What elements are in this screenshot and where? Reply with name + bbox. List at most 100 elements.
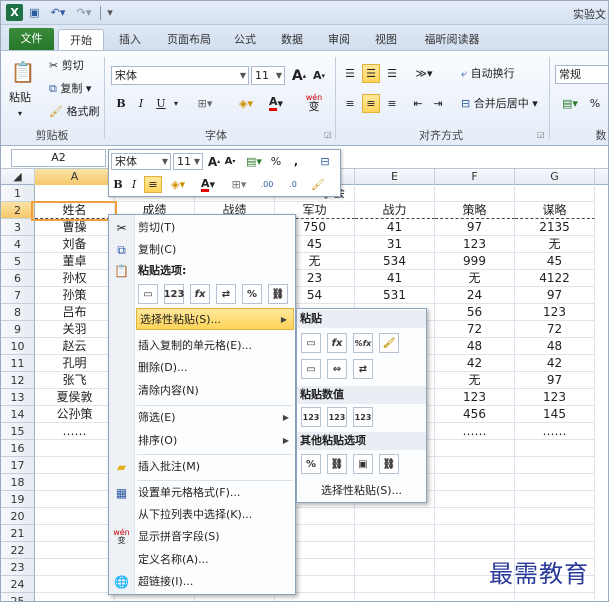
cell[interactable]: 关羽	[35, 321, 115, 338]
wrap-text-button[interactable]: ⤶ 自动换行	[461, 65, 515, 83]
sub-formatting-button[interactable]: %	[301, 454, 321, 474]
cell[interactable]	[355, 508, 435, 525]
menu-item-insert-copied[interactable]: 插入复制的单元格(E)...	[109, 335, 295, 357]
mini-increase-decimal-button[interactable]: .00	[255, 176, 279, 193]
save-icon[interactable]: ▣	[27, 4, 42, 21]
menu-item-insert-comment[interactable]: ▰ 插入批注(M)	[109, 456, 295, 478]
cell[interactable]	[515, 491, 595, 508]
row-header[interactable]: 5	[1, 253, 35, 270]
cell[interactable]	[35, 508, 115, 525]
cell[interactable]	[35, 474, 115, 491]
column-header[interactable]: F	[435, 169, 515, 185]
cell[interactable]: 123	[435, 236, 515, 253]
cell[interactable]	[35, 457, 115, 474]
row-header[interactable]: 21	[1, 525, 35, 542]
cell[interactable]	[35, 525, 115, 542]
paste-icon[interactable]: 📋	[11, 57, 36, 87]
cell[interactable]: 夏侯敦	[35, 389, 115, 406]
row-header[interactable]: 8	[1, 304, 35, 321]
cell[interactable]: 531	[355, 287, 435, 304]
row-header[interactable]: 3	[1, 219, 35, 236]
cell[interactable]: 董卓	[35, 253, 115, 270]
cell[interactable]: 无	[515, 236, 595, 253]
mini-percent-button[interactable]: %	[269, 153, 283, 170]
cell[interactable]	[35, 185, 115, 202]
tab-view[interactable]: 视图	[369, 29, 403, 50]
sub-linked-picture-icon[interactable]: ⛓	[379, 454, 399, 474]
cell[interactable]: 56	[435, 304, 515, 321]
menu-item-hyperlink[interactable]: 🌐 超链接(I)...	[109, 571, 295, 593]
row-header[interactable]: 7	[1, 287, 35, 304]
cell[interactable]: 123	[515, 389, 595, 406]
column-header[interactable]: E	[355, 169, 435, 185]
sub-paste-link-icon[interactable]: ⛓	[327, 454, 347, 474]
row-header[interactable]: 10	[1, 338, 35, 355]
column-header[interactable]: G	[515, 169, 595, 185]
row-header[interactable]: 6	[1, 270, 35, 287]
cell[interactable]	[435, 525, 515, 542]
sub-paste-formulas-button[interactable]: fx	[327, 333, 347, 353]
menu-item-delete[interactable]: 删除(D)...	[109, 357, 295, 379]
mini-accounting-icon[interactable]: ▤▾	[242, 153, 266, 170]
row-header[interactable]: 9	[1, 321, 35, 338]
cell[interactable]: ……	[515, 423, 595, 440]
mini-borders-icon[interactable]: ⊞▾	[227, 176, 251, 193]
align-middle-icon[interactable]: ☰	[362, 64, 380, 83]
cell[interactable]	[355, 576, 435, 593]
cell[interactable]	[35, 491, 115, 508]
row-header[interactable]: 24	[1, 576, 35, 593]
cell[interactable]: 无	[435, 372, 515, 389]
row-header[interactable]: 25	[1, 593, 35, 601]
tab-insert[interactable]: 插入	[113, 29, 147, 50]
tab-file[interactable]: 文件	[9, 28, 54, 50]
alignment-dialog-launcher-icon[interactable]: ◲	[537, 126, 545, 144]
cell[interactable]: ……	[435, 423, 515, 440]
align-center-icon[interactable]: ≡	[362, 94, 380, 113]
cell[interactable]: 孙权	[35, 270, 115, 287]
cell[interactable]	[355, 559, 435, 576]
decrease-indent-icon[interactable]: ⇤	[409, 94, 427, 113]
cell[interactable]: 123	[435, 389, 515, 406]
mini-italic-button[interactable]: I	[127, 176, 141, 193]
align-left-icon[interactable]: ≡	[341, 94, 359, 113]
row-header[interactable]: 13	[1, 389, 35, 406]
row-header[interactable]: 15	[1, 423, 35, 440]
row-header[interactable]: 20	[1, 508, 35, 525]
cell[interactable]	[35, 440, 115, 457]
cell[interactable]: 赵云	[35, 338, 115, 355]
cell[interactable]	[435, 474, 515, 491]
cell[interactable]: 42	[435, 355, 515, 372]
tab-review[interactable]: 审阅	[322, 29, 356, 50]
mini-fill-color-icon[interactable]: ◈▾	[165, 176, 191, 193]
paste-option-link-icon[interactable]: ⛓	[268, 284, 288, 304]
mini-format-painter-icon[interactable]: 🖌	[309, 176, 327, 193]
cell[interactable]: 31	[355, 236, 435, 253]
cell[interactable]: 24	[435, 287, 515, 304]
mini-font-color-button[interactable]: A ▾	[195, 176, 221, 193]
font-size-combo[interactable]: 11 ▼	[251, 66, 285, 85]
name-box[interactable]: A2	[11, 149, 106, 167]
font-name-combo[interactable]: 宋体 ▼	[111, 66, 249, 85]
align-top-icon[interactable]: ☰	[341, 64, 359, 83]
bold-button[interactable]: B	[113, 94, 129, 113]
menu-item-copy[interactable]: ⧉ 复制(C)	[109, 239, 295, 261]
cell[interactable]: 97	[515, 372, 595, 389]
cell[interactable]: 吕布	[35, 304, 115, 321]
cell[interactable]: 无	[435, 270, 515, 287]
percent-style-button[interactable]: %	[587, 94, 603, 113]
cell[interactable]: 48	[515, 338, 595, 355]
cell[interactable]	[515, 440, 595, 457]
merge-center-button[interactable]: ⊟ 合并后居中 ▾	[461, 95, 538, 113]
row-header[interactable]: 11	[1, 355, 35, 372]
row-header[interactable]: 12	[1, 372, 35, 389]
tab-foxit-reader[interactable]: 福昕阅读器	[417, 29, 487, 50]
column-header[interactable]: A	[35, 169, 115, 185]
cell[interactable]: 97	[515, 287, 595, 304]
cell[interactable]: 41	[355, 219, 435, 236]
cell[interactable]: ……	[35, 423, 115, 440]
cell[interactable]: 2135	[515, 219, 595, 236]
cell[interactable]: 策略	[435, 202, 515, 219]
cell[interactable]: 战力	[355, 202, 435, 219]
menu-item-sort[interactable]: 排序(O) ▶	[109, 430, 295, 452]
tab-data[interactable]: 数据	[275, 29, 309, 50]
